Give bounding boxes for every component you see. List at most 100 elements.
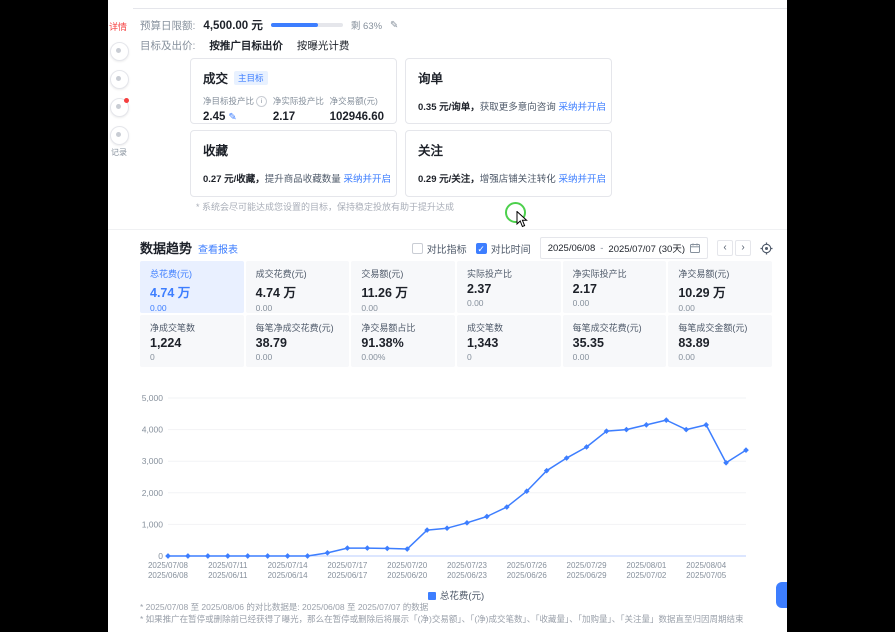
svg-text:2025/06/08: 2025/06/08 [148,571,189,580]
compare-metric-toggle[interactable]: 对比指标 [412,241,467,256]
legend-label: 总花费(元) [440,591,484,602]
feedback-floating-tab[interactable] [776,582,787,608]
metric-cell-net-roi[interactable]: 净实际投产比2.170.00 [563,261,667,313]
view-report-link[interactable]: 查看报表 [198,241,238,256]
svg-text:2025/07/17: 2025/07/17 [327,561,368,570]
toolbar-detail-link[interactable]: 详情 [109,20,133,33]
stat-actual-roi: 净实际投产比 2.17 [273,95,324,123]
favorite-price: 0.27 元/收藏， [203,174,265,185]
svg-text:2025/08/01: 2025/08/01 [626,561,667,570]
deal-card-title: 成交 [203,68,228,87]
goal-card-follow: 关注 0.29 元/关注，增强店铺关注转化 采纳并开启 [405,130,612,197]
svg-text:2,000: 2,000 [142,488,164,498]
budget-value: 4,500.00 元 [203,17,262,33]
svg-text:2025/06/14: 2025/06/14 [268,571,309,580]
budget-row: 预算日限额: 4,500.00 元 剩 63% ✎ [140,18,398,32]
trend-chart: 01,0002,0003,0004,0005,0002025/07/082025… [140,384,772,584]
metric-cell-net-gmv[interactable]: 净交易额(元)10.29 万0.00 [668,261,772,313]
svg-text:2025/06/11: 2025/06/11 [208,571,248,580]
svg-text:2025/06/29: 2025/06/29 [567,571,608,580]
inquiry-desc: 获取更多意向咨询 [480,102,556,113]
notification-dot [124,98,129,103]
next-period-button[interactable]: › [735,240,751,256]
edit-budget-icon[interactable]: ✎ [390,20,398,31]
metric-cell-amount-per-order[interactable]: 每笔成交金额(元)83.890.00 [668,315,772,367]
calendar-icon [690,243,700,253]
svg-text:3,000: 3,000 [142,456,164,466]
follow-card-title: 关注 [418,140,443,159]
info-icon[interactable]: i [256,96,267,107]
favorite-card-title: 收藏 [203,140,228,159]
record-icon [116,132,121,137]
svg-text:1,000: 1,000 [142,519,164,529]
svg-text:2025/07/29: 2025/07/29 [567,561,608,570]
budget-remaining: 剩 63% [351,18,382,32]
trend-section-title: 数据趋势 [140,238,192,257]
adopt-enable-link[interactable]: 采纳并开启 [343,174,391,185]
budget-slider-fill [271,23,318,27]
svg-text:2025/07/02: 2025/07/02 [626,571,667,580]
svg-text:2025/07/11: 2025/07/11 [208,561,248,570]
metric-cell-orders[interactable]: 成交笔数1,3430 [457,315,561,367]
checkbox-unchecked-icon[interactable] [412,243,423,254]
metric-cell-roi[interactable]: 实际投产比2.370.00 [457,261,561,313]
favorite-desc: 提升商品收藏数量 [265,174,341,185]
svg-text:2025/07/14: 2025/07/14 [268,561,309,570]
budget-slider[interactable] [271,23,343,27]
date-range-picker[interactable]: 2025/06/08 - 2025/07/07 (30天) [540,237,708,259]
tab-bid-by-exposure[interactable]: 按曝光计费 [297,38,350,53]
generic-icon [116,104,121,109]
section-divider [108,229,787,230]
prev-period-button[interactable]: ‹ [717,240,733,256]
metric-cell-net-cost-per-order[interactable]: 每笔净成交花费(元)38.790.00 [246,315,350,367]
inquiry-card-title: 询单 [418,68,443,87]
svg-text:2025/07/05: 2025/07/05 [686,571,727,580]
svg-text:2025/07/26: 2025/07/26 [507,561,548,570]
checkbox-checked-icon[interactable]: ✓ [476,243,487,254]
metric-cell-total-spend[interactable]: 总花费(元)4.74 万0.00 [140,261,244,313]
svg-text:0: 0 [158,551,163,561]
toolbar-icon-1[interactable] [110,42,129,61]
stat-label: 净交易额(元) [330,95,378,107]
svg-text:2025/06/23: 2025/06/23 [447,571,488,580]
mouse-cursor-icon [516,211,528,228]
date-start: 2025/06/08 [548,243,596,254]
settings-gear-icon[interactable] [760,242,773,255]
metric-cell-deal-spend[interactable]: 成交花费(元)4.74 万0.00 [246,261,350,313]
top-divider [133,8,787,9]
trend-controls: 对比指标 ✓ 对比时间 2025/06/08 - 2025/07/07 (30天… [412,237,773,259]
metric-cell-cost-per-order[interactable]: 每笔成交花费(元)35.350.00 [563,315,667,367]
side-toolbar: 详情 记录 [109,20,133,158]
stat-label: 净实际投产比 [273,95,324,107]
svg-text:5,000: 5,000 [142,393,164,403]
metric-cell-gmv[interactable]: 交易额(元)11.26 万0.00 [351,261,455,313]
adopt-enable-link[interactable]: 采纳并开启 [558,174,606,185]
svg-text:2025/06/26: 2025/06/26 [507,571,548,580]
toolbar-icon-2[interactable] [110,70,129,89]
metric-cell-net-gmv-ratio[interactable]: 净交易额占比91.38%0.00% [351,315,455,367]
toolbar-record-label: 记录 [111,147,133,158]
ad-campaign-dashboard: 详情 记录 预算日限额: 4,500.00 元 剩 63% ✎ 目标及出价: 按… [108,0,787,632]
svg-text:2025/06/20: 2025/06/20 [387,571,428,580]
toolbar-icon-3[interactable] [110,98,129,117]
date-separator: - [600,243,603,254]
edit-target-roi-icon[interactable]: ✎ [228,112,236,123]
compare-time-label: 对比时间 [491,241,531,256]
tab-bid-by-goal[interactable]: 按推广目标出价 [209,38,283,53]
svg-text:2025/06/17: 2025/06/17 [327,571,368,580]
chart-legend[interactable]: 总花费(元) [140,588,772,602]
metric-cell-net-orders[interactable]: 净成交笔数1,2240 [140,315,244,367]
bidding-row: 目标及出价: 按推广目标出价 按曝光计费 [140,38,349,52]
bidding-label: 目标及出价: [140,38,195,53]
goal-note: * 系统会尽可能达成您设置的目标，保持稳定投放有助于提升达成 [196,200,454,213]
stat-label: 净目标投产比 [203,95,254,107]
follow-price: 0.29 元/关注， [418,174,480,185]
toolbar-icon-record[interactable] [110,126,129,145]
compare-time-toggle[interactable]: ✓ 对比时间 [476,241,531,256]
svg-text:2025/07/08: 2025/07/08 [148,561,189,570]
stat-target-roi: 净目标投产比i 2.45✎ [203,95,267,123]
inquiry-price: 0.35 元/询单， [418,102,480,113]
adopt-enable-link[interactable]: 采纳并开启 [558,102,606,113]
goal-card-inquiry: 询单 0.35 元/询单，获取更多意向咨询 采纳并开启 [405,58,612,124]
generic-icon [116,76,121,81]
